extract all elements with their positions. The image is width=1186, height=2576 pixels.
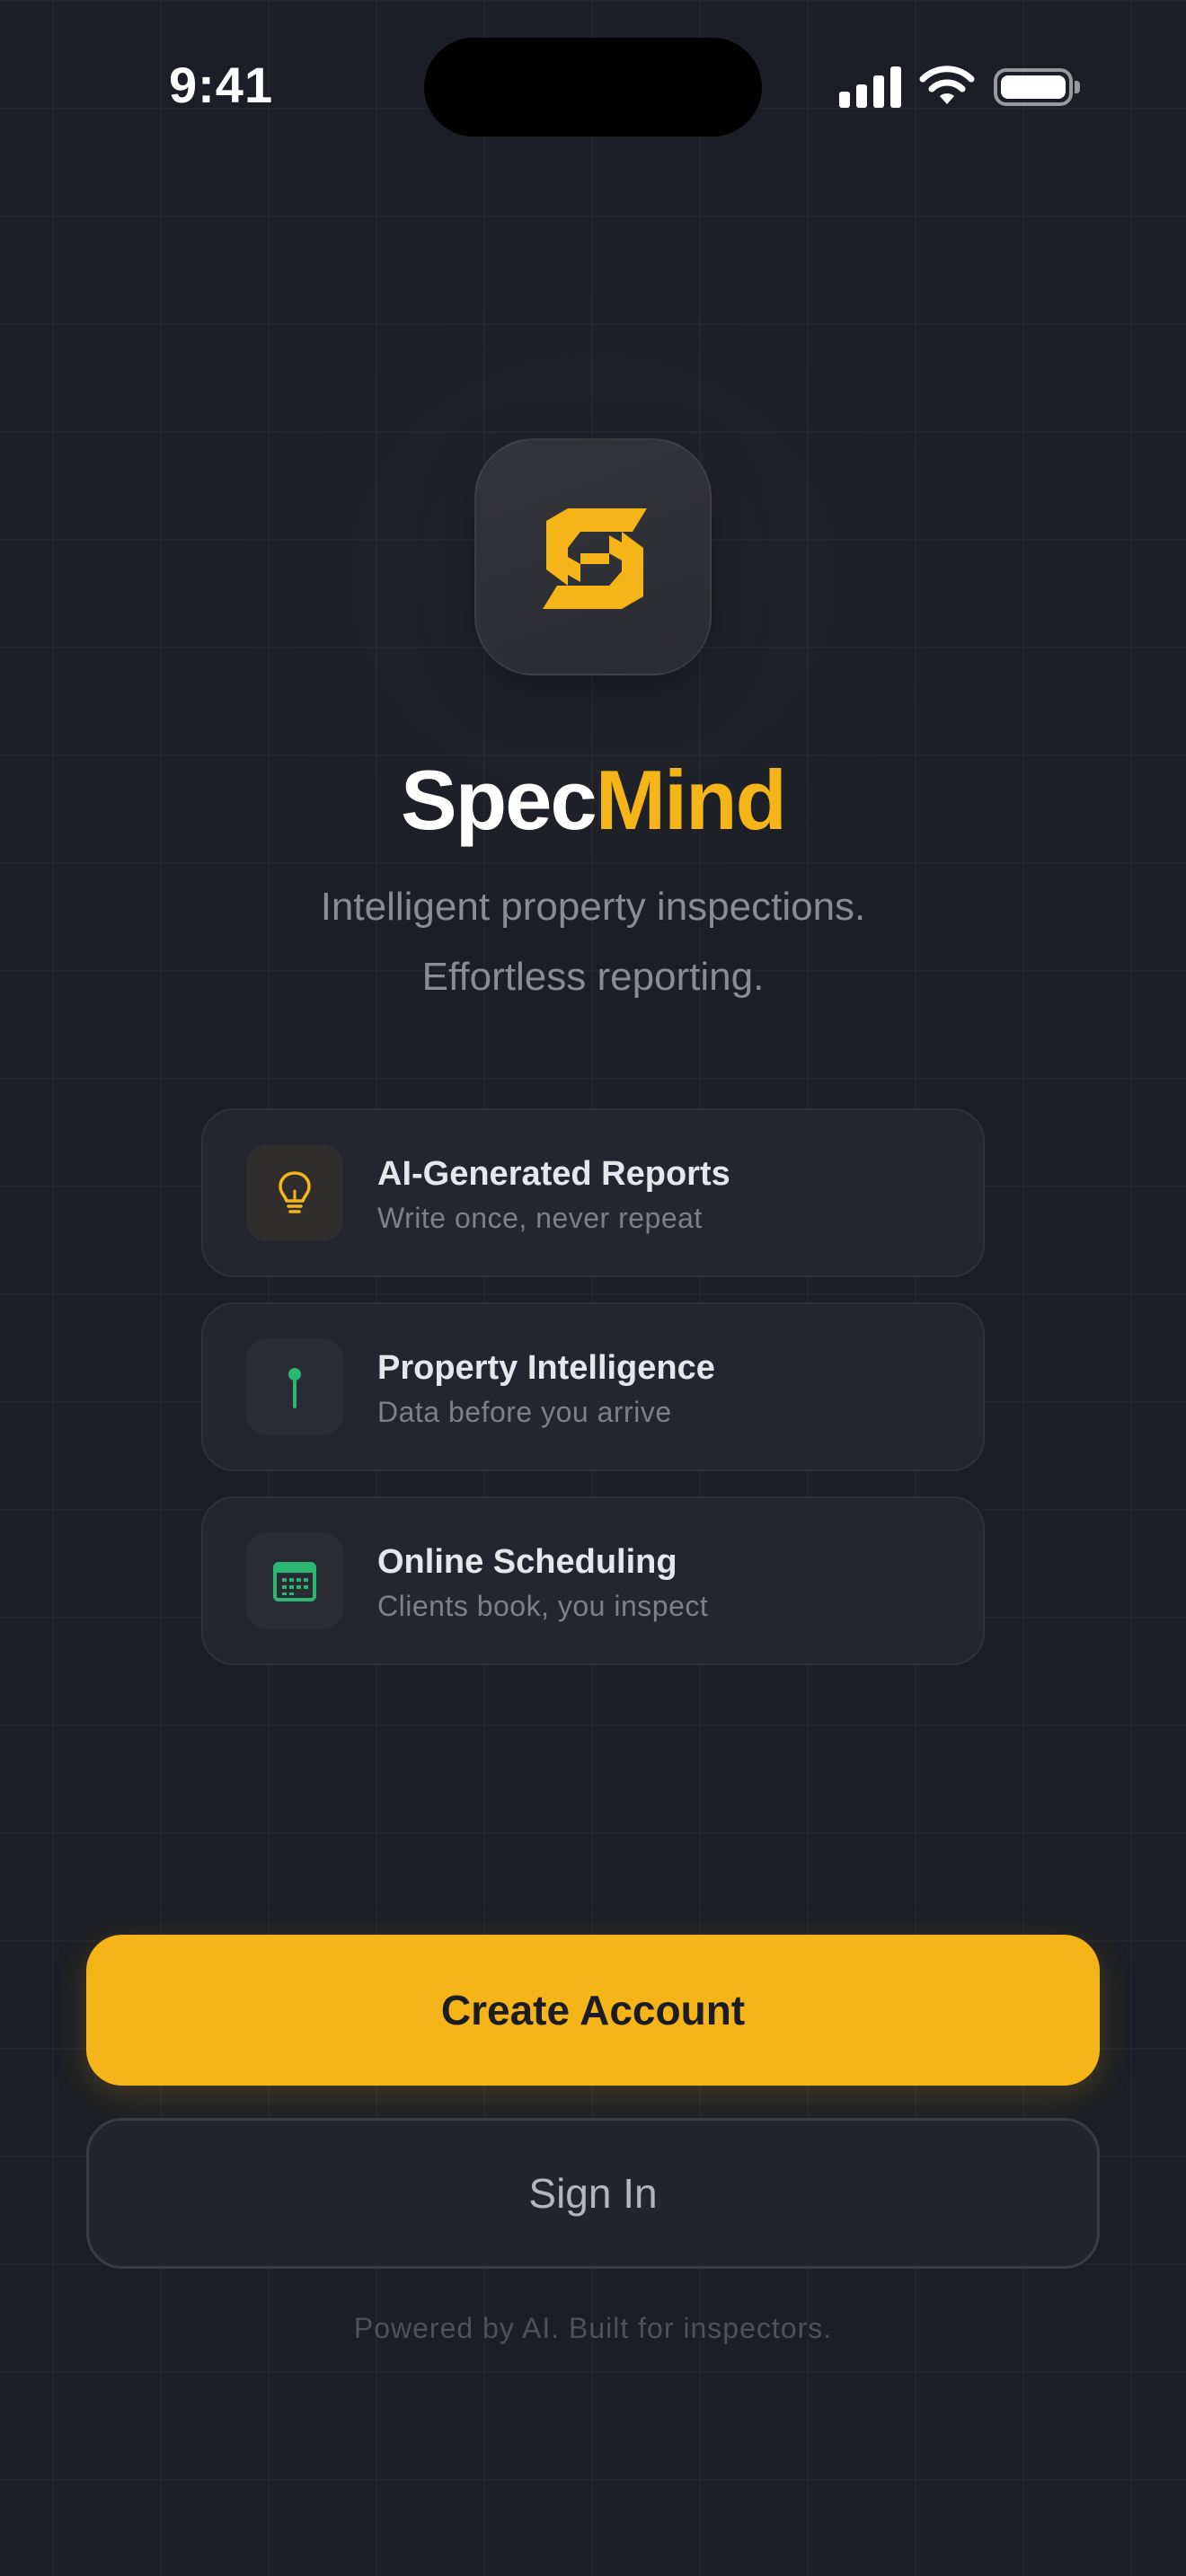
brand-name-part2: Mind xyxy=(595,753,787,847)
feature-card-property-intelligence: Property Intelligence Data before you ar… xyxy=(201,1302,985,1471)
brand-name: SpecMind xyxy=(0,751,1186,850)
feature-subtitle: Clients book, you inspect xyxy=(377,1590,709,1622)
lightbulb-icon xyxy=(279,1171,311,1213)
wifi-icon xyxy=(919,66,975,104)
app-logo xyxy=(474,438,712,675)
feature-subtitle: Write once, never repeat xyxy=(377,1202,703,1234)
sign-in-button[interactable]: Sign In xyxy=(86,2118,1100,2269)
feature-card-online-scheduling: Online Scheduling Clients book, you insp… xyxy=(201,1496,985,1665)
feature-title: Property Intelligence xyxy=(377,1349,715,1387)
footer-text: Powered by AI. Built for inspectors. xyxy=(353,2312,833,2344)
feature-title: Online Scheduling xyxy=(377,1543,677,1581)
status-time: 9:41 xyxy=(169,57,274,113)
brand-name-part1: Spec xyxy=(401,753,597,847)
feature-subtitle: Data before you arrive xyxy=(377,1396,672,1428)
tagline-line1: Intelligent property inspections. xyxy=(320,885,866,929)
feature-card-ai-reports: AI-Generated Reports Write once, never r… xyxy=(201,1108,985,1277)
status-bar: 9:41 xyxy=(0,0,1186,171)
feature-icon-tile xyxy=(246,1532,343,1629)
calendar-icon xyxy=(273,1562,316,1601)
feature-icon-tile xyxy=(246,1338,343,1435)
specmind-logo-icon xyxy=(543,508,647,609)
create-account-button[interactable]: Create Account xyxy=(86,1935,1100,2086)
cellular-signal-icon xyxy=(839,65,902,108)
feature-icon-tile xyxy=(246,1144,343,1241)
tagline-line2: Effortless reporting. xyxy=(421,955,765,999)
dynamic-island xyxy=(424,38,762,137)
map-pin-icon xyxy=(288,1368,301,1408)
feature-title: AI-Generated Reports xyxy=(377,1155,730,1193)
battery-icon xyxy=(994,68,1080,106)
